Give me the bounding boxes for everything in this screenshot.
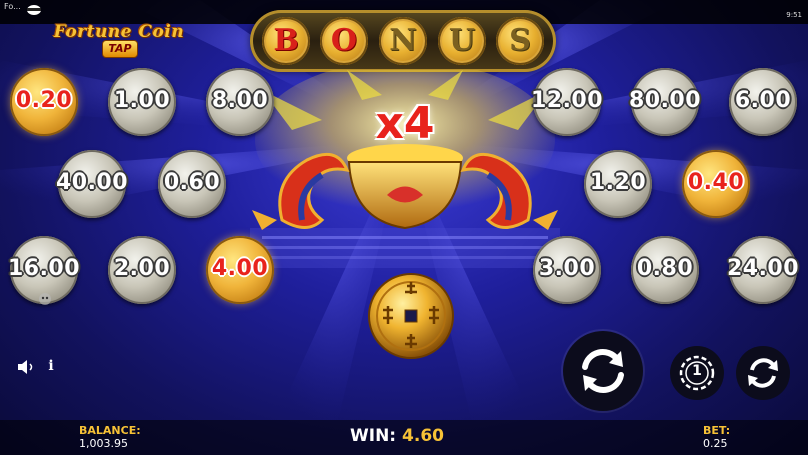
- coin-15[interactable]: 0.80: [631, 236, 699, 304]
- win-display: WIN: 4.60: [350, 426, 470, 446]
- info-icon[interactable]: i: [44, 358, 58, 376]
- coin-8[interactable]: 0.60: [158, 150, 226, 218]
- coin-1[interactable]: 0.20: [10, 68, 78, 136]
- coin-12[interactable]: 2.00: [108, 236, 176, 304]
- bonus-letter-s: S: [496, 17, 544, 65]
- coin-5[interactable]: 80.00: [629, 68, 701, 136]
- coin-14[interactable]: 3.00: [533, 236, 601, 304]
- coin-value: 24.00: [726, 256, 800, 281]
- win-label: WIN:: [350, 426, 397, 446]
- spin-button[interactable]: [563, 331, 643, 411]
- ghost-coin-icon: [39, 293, 51, 305]
- bonus-letter-b: B: [262, 17, 310, 65]
- autoplay-count: 1: [692, 363, 702, 379]
- refresh-arrows-icon: [748, 358, 778, 388]
- bonus-letter-o: O: [320, 17, 368, 65]
- win-multiplier: x4: [375, 98, 435, 149]
- game-logo: Fortune Coin TAP: [44, 22, 194, 64]
- coin-13[interactable]: 4.00: [206, 236, 274, 304]
- coin-16[interactable]: 24.00: [727, 236, 799, 304]
- coin-3[interactable]: 8.00: [206, 68, 274, 136]
- coin-4[interactable]: 12.00: [531, 68, 603, 136]
- sound-icon[interactable]: [16, 358, 36, 376]
- turbo-button[interactable]: [736, 346, 790, 400]
- logo-title: Fortune Coin: [53, 22, 185, 42]
- bonus-letter-n: N: [379, 17, 427, 65]
- logo-subtitle: TAP: [102, 40, 138, 58]
- balance-value: 1,003.95: [79, 437, 128, 450]
- coin-6[interactable]: 6.00: [729, 68, 797, 136]
- status-app-name: Fo...: [4, 2, 21, 11]
- mask-icon: [27, 5, 41, 15]
- bonus-letter-u: U: [438, 17, 486, 65]
- bonus-progress-bar: B O N U S: [250, 10, 556, 72]
- coin-value: 8.00: [211, 88, 269, 113]
- status-clock: 9:51: [786, 11, 802, 19]
- autoplay-button[interactable]: 1: [670, 346, 724, 400]
- coin-value: 4.00: [211, 256, 269, 281]
- win-value: 4.60: [402, 426, 444, 446]
- bet-label: BET:: [703, 424, 731, 437]
- coin-value: 0.60: [163, 170, 221, 195]
- coin-2[interactable]: 1.00: [108, 68, 176, 136]
- coin-value: 0.40: [687, 170, 745, 195]
- balance-label: BALANCE:: [79, 424, 141, 437]
- game-screen: Fo... 9:51 Fortune Coin TAP B O N U S x4…: [0, 0, 808, 455]
- spin-arrows-icon: [582, 349, 624, 393]
- bet-value[interactable]: 0.25: [703, 437, 728, 450]
- coin-10[interactable]: 0.40: [682, 150, 750, 218]
- coin-value: 6.00: [734, 88, 792, 113]
- tap-gold-coin[interactable]: [367, 272, 455, 360]
- coin-9[interactable]: 1.20: [584, 150, 652, 218]
- coin-7[interactable]: 40.00: [56, 150, 128, 218]
